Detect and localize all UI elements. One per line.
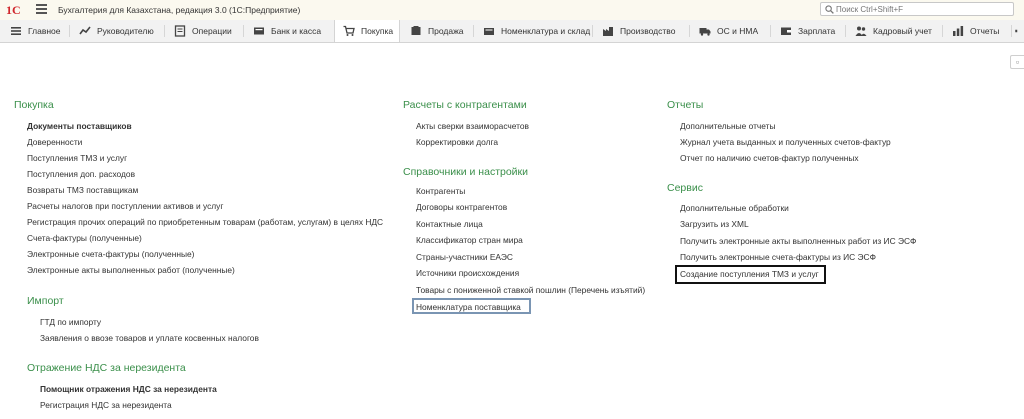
section-tab-reports[interactable]: Отчеты (944, 20, 1010, 42)
group-title-nonresident-vat: Отражение НДС за нерезидента (27, 362, 186, 374)
link-powers-of-attorney[interactable]: Доверенности (27, 137, 82, 147)
section-divider (942, 25, 943, 37)
trend-icon (79, 26, 91, 35)
link-supplier-nomenclature[interactable]: Номенклатура поставщика (416, 302, 521, 312)
main-menu-icon[interactable] (36, 4, 47, 14)
sale-icon (411, 26, 421, 35)
section-tab-fixed-assets[interactable]: ОС и НМА (691, 20, 769, 42)
link-additional-processing[interactable]: Дополнительные обработки (680, 203, 789, 213)
link-load-from-xml[interactable]: Загрузить из XML (680, 219, 749, 229)
section-tab-label: Покупка (361, 26, 394, 36)
section-divider (689, 25, 690, 37)
link-receipts-goods-services[interactable]: Поступления ТМЗ и услуг (27, 153, 127, 163)
menu-lines-icon (11, 27, 21, 35)
link-invoices-received[interactable]: Счета-фактуры (полученные) (27, 233, 142, 243)
search-box[interactable] (820, 2, 1014, 16)
link-nonresident-vat-registration[interactable]: Регистрация НДС за нерезидента (40, 400, 172, 410)
section-tab-production[interactable]: Производство (594, 20, 688, 42)
link-tax-calculations[interactable]: Расчеты налогов при поступлении активов … (27, 201, 223, 211)
group-title-reports: Отчеты (667, 99, 704, 111)
link-country-classifier[interactable]: Классификатор стран мира (416, 235, 523, 245)
link-invoice-availability-report[interactable]: Отчет по наличию счетов-фактур полученны… (680, 153, 859, 163)
link-vat-other-operations[interactable]: Регистрация прочих операций по приобрете… (27, 217, 383, 227)
link-counterparty-contracts[interactable]: Договоры контрагентов (416, 202, 507, 212)
operations-icon (174, 25, 186, 37)
section-tab-label: Номенклатура и склад (501, 26, 591, 36)
section-tab-label: Операции (192, 26, 232, 36)
truck-icon (699, 28, 711, 36)
wallet-icon (781, 27, 791, 35)
section-divider (1011, 25, 1012, 37)
section-divider (69, 25, 70, 37)
link-create-goods-receipt[interactable]: Создание поступления ТМЗ и услуг (680, 269, 819, 279)
section-tab-label: Производство (620, 26, 676, 36)
group-title-service: Сервис (667, 182, 703, 194)
section-tab-purchase[interactable]: Покупка (334, 20, 400, 42)
link-counterparties[interactable]: Контрагенты (416, 186, 465, 196)
link-debt-adjustments[interactable]: Корректировки долга (416, 137, 498, 147)
section-tab-hr[interactable]: Кадровый учет (847, 20, 941, 42)
factory-icon (603, 27, 613, 36)
title-bar: 1С Бухгалтерия для Казахстана, редакция … (0, 0, 1024, 21)
report-icon (953, 26, 964, 36)
link-reconciliation-acts[interactable]: Акты сверки взаиморасчетов (416, 121, 529, 131)
app-title: Бухгалтерия для Казахстана, редакция 3.0… (58, 5, 301, 15)
link-reduced-duty-goods[interactable]: Товары с пониженной ставкой пошлин (Пере… (416, 285, 645, 295)
link-origin-sources[interactable]: Источники происхождения (416, 268, 519, 278)
section-divider (592, 25, 593, 37)
section-tab-label: Зарплата (798, 26, 836, 36)
section-tab-label: Банк и касса (271, 26, 322, 36)
link-additional-reports[interactable]: Дополнительные отчеты (680, 121, 776, 131)
section-content: ▫ Покупка Документы поставщиков Доверенн… (0, 43, 1024, 419)
app-logo: 1С (6, 3, 21, 17)
people-icon (855, 26, 867, 36)
section-tab-operations[interactable]: Операции (166, 20, 242, 42)
section-tab-manager[interactable]: Руководителю (71, 20, 163, 42)
section-tab-bank[interactable]: Банк и касса (245, 20, 333, 42)
link-additional-costs[interactable]: Поступления доп. расходов (27, 169, 135, 179)
sections-panel: Главное Руководителю Операции Банк и кас… (0, 20, 1024, 43)
section-divider (164, 25, 165, 37)
cart-icon (343, 25, 355, 36)
panel-settings-button[interactable]: ▫ (1010, 55, 1024, 69)
section-tab-sales[interactable]: Продажа (402, 20, 472, 42)
link-eaeu-countries[interactable]: Страны-участники ЕАЭС (416, 252, 513, 262)
section-tab-warehouse[interactable]: Номенклатура и склад (475, 20, 591, 42)
section-tab-label: Главное (28, 26, 61, 36)
search-input[interactable] (836, 3, 1011, 15)
section-tab-label: Отчеты (970, 26, 1000, 36)
link-contact-persons[interactable]: Контактные лица (416, 219, 483, 229)
link-e-invoices-received[interactable]: Электронные счета-фактуры (полученные) (27, 249, 194, 259)
link-invoice-journal[interactable]: Журнал учета выданных и полученных счето… (680, 137, 891, 147)
section-divider (770, 25, 771, 37)
group-title-import: Импорт (27, 295, 64, 307)
warehouse-icon (484, 28, 494, 35)
search-icon (825, 5, 834, 14)
group-title-settlements: Расчеты с контрагентами (403, 99, 527, 111)
bank-icon (254, 27, 264, 35)
link-customs-declarations[interactable]: ГТД по импорту (40, 317, 101, 327)
section-tab-label: ОС и НМА (717, 26, 759, 36)
link-nonresident-vat-assistant[interactable]: Помощник отражения НДС за нерезидента (40, 384, 217, 394)
link-get-e-invoices[interactable]: Получить электронные счета-фактуры из ИС… (680, 252, 876, 262)
section-divider (473, 25, 474, 37)
link-e-acts-received[interactable]: Электронные акты выполненных работ (полу… (27, 265, 235, 275)
link-import-applications[interactable]: Заявления о ввозе товаров и уплате косве… (40, 333, 259, 343)
link-returns-to-suppliers[interactable]: Возвраты ТМЗ поставщикам (27, 185, 138, 195)
group-title-catalogs: Справочники и настройки (403, 166, 529, 178)
section-divider (243, 25, 244, 37)
group-title-purchase: Покупка (14, 99, 54, 111)
section-tab-more[interactable] (1013, 20, 1024, 42)
link-get-e-acts[interactable]: Получить электронные акты выполненных ра… (680, 236, 916, 246)
section-tab-label: Продажа (428, 26, 464, 36)
section-tab-main[interactable]: Главное (2, 20, 66, 42)
section-tab-salary[interactable]: Зарплата (772, 20, 844, 42)
overflow-icon (1015, 29, 1018, 33)
section-tab-label: Кадровый учет (873, 26, 932, 36)
section-tab-label: Руководителю (97, 26, 154, 36)
section-divider (845, 25, 846, 37)
link-supplier-documents[interactable]: Документы поставщиков (27, 121, 132, 131)
